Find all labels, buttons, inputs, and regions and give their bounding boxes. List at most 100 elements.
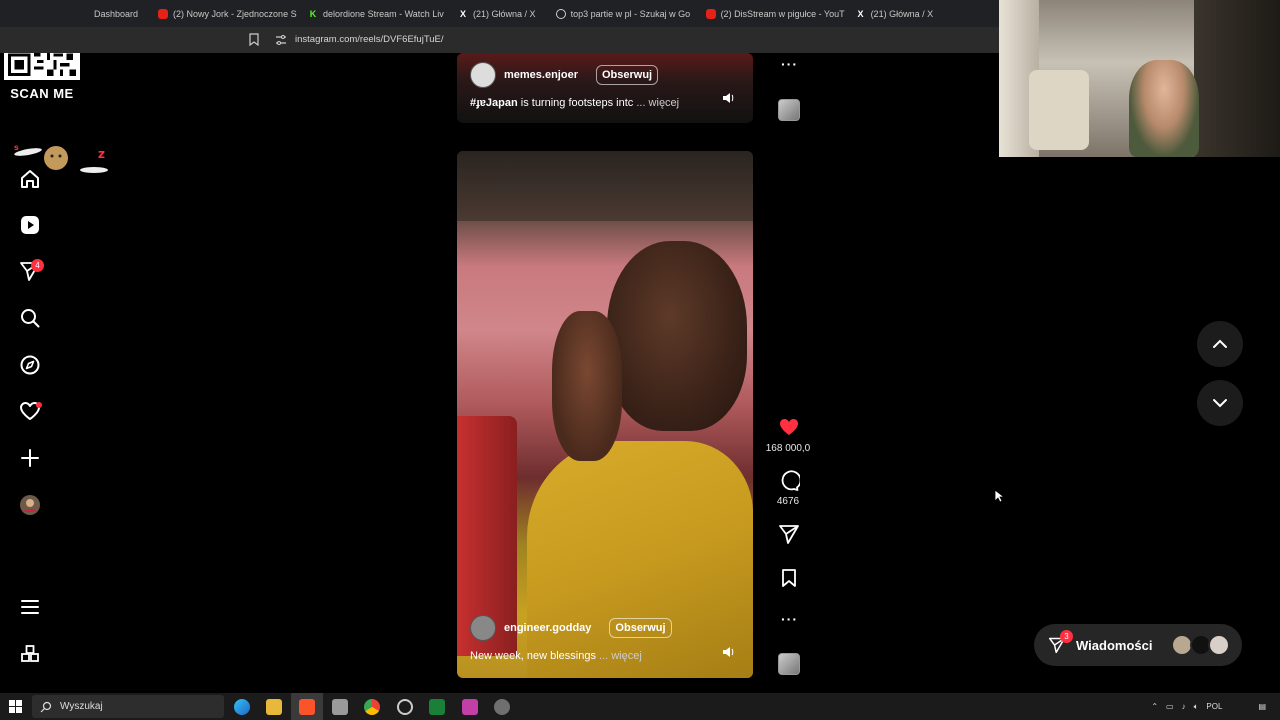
language-indicator[interactable]: POL — [1206, 702, 1222, 711]
browser-tab-bar: Dashboard (2) Nowy Jork - Zjednoczone S … — [0, 0, 1000, 27]
webcam-person — [1129, 60, 1199, 157]
messages-button[interactable]: Wiadomości 3 — [1034, 624, 1242, 666]
browser-tab[interactable]: Dashboard — [84, 0, 148, 27]
profile-avatar[interactable] — [19, 494, 41, 516]
reels-icon[interactable] — [19, 214, 41, 236]
comment-count: 4676 — [776, 496, 800, 507]
svg-text:s: s — [14, 143, 19, 152]
home-icon[interactable] — [19, 168, 41, 190]
reel-caption: #ɟɐJapan is turning footsteps intc ... w… — [470, 97, 679, 109]
chevron-down-icon — [1213, 399, 1227, 408]
tab-title: delordione Stream - Watch Liv — [323, 8, 444, 19]
more-link[interactable]: ... więcej — [596, 650, 642, 662]
more-apps-icon[interactable] — [19, 643, 41, 665]
google-icon — [555, 8, 566, 19]
system-tray: ⌃ ▭ ♪ 🔈︎ POL ▤ — [1151, 693, 1280, 720]
url-text[interactable]: instagram.com/reels/DVF6EfujTuE/ — [295, 34, 444, 45]
previous-reel-button[interactable] — [1197, 321, 1243, 367]
bookmark-icon[interactable] — [249, 33, 259, 46]
caption-hashtag[interactable]: #ɟɐJapan — [470, 97, 518, 109]
more-options-icon[interactable]: ··· — [781, 611, 798, 627]
next-reel-button[interactable] — [1197, 380, 1243, 426]
audio-thumbnail[interactable] — [778, 653, 800, 675]
reel-caption: New week, new blessings ... więcej — [470, 650, 642, 662]
browser-tab[interactable]: X (21) Główna / X — [448, 0, 546, 27]
x-icon: X — [857, 8, 864, 19]
tab-title: (2) DisStream w pigułce - YouT — [720, 8, 845, 19]
youtube-icon — [705, 8, 716, 19]
save-icon[interactable] — [778, 567, 800, 589]
messages-badge: 3 — [1060, 630, 1073, 643]
site-settings-icon[interactable] — [275, 34, 287, 46]
brave-icon[interactable] — [299, 699, 315, 715]
avatar — [1208, 634, 1230, 656]
volume-icon[interactable]: 🔈︎ — [1194, 702, 1199, 712]
reel-username[interactable]: engineer.godday — [504, 622, 591, 634]
network-icon[interactable]: ▭ — [1166, 702, 1174, 711]
avatar[interactable] — [470, 615, 496, 641]
browser-tab[interactable]: X (21) Główna / X — [846, 0, 944, 27]
messages-label: Wiadomości — [1076, 637, 1153, 653]
search-icon[interactable] — [19, 307, 41, 329]
app-icon[interactable] — [462, 699, 478, 715]
microphone-icon[interactable]: ♪ — [1182, 702, 1186, 711]
edge-icon[interactable] — [234, 699, 250, 715]
taskbar-search[interactable]: Wyszukaj — [32, 695, 224, 718]
reel-video[interactable]: engineer.godday Obserwuj New week, new b… — [457, 151, 753, 678]
reel-video[interactable]: memes.enjoer Obserwuj #ɟɐJapan is turnin… — [457, 53, 753, 123]
windows-taskbar: Wyszukaj ⌃ ▭ ♪ 🔈︎ POL ▤ — [0, 693, 1280, 720]
more-link[interactable]: ... więcej — [636, 97, 679, 109]
like-count: 168 000,0 — [765, 443, 811, 454]
video-frame-hand — [552, 311, 622, 461]
follow-button[interactable]: Obserwuj — [609, 618, 672, 638]
browser-tab[interactable]: top3 partie w pl - Szukaj w Go — [546, 0, 696, 27]
chrome-icon[interactable] — [364, 699, 380, 715]
obs-icon[interactable] — [397, 699, 413, 715]
avatar[interactable] — [470, 62, 496, 88]
notifications-icon[interactable]: ▤ — [1258, 702, 1266, 711]
browser-tab[interactable]: Kdelordione Stream - Watch Liv — [298, 0, 448, 27]
video-frame-roof — [457, 151, 753, 221]
reel-user: memes.enjoer Obserwuj — [470, 62, 659, 88]
tab-title: (2) Nowy Jork - Zjednoczone S — [173, 8, 297, 19]
file-explorer-icon[interactable] — [266, 699, 282, 715]
browser-tab[interactable]: (2) DisStream w pigułce - YouT — [696, 0, 846, 27]
screen: { "qr": {"label": "SCAN ME"}, "tabs": [ … — [0, 0, 1280, 720]
terminal-icon[interactable] — [429, 699, 445, 715]
explore-icon[interactable] — [19, 354, 41, 376]
mouse-cursor-icon — [994, 489, 1004, 503]
address-bar: instagram.com/reels/DVF6EfujTuE/ — [0, 27, 1000, 53]
chevron-up-icon[interactable]: ⌃ — [1151, 702, 1158, 711]
share-icon[interactable] — [778, 523, 800, 545]
tab-title: Dashboard — [94, 8, 139, 19]
webcam-overlay — [999, 0, 1280, 157]
kick-icon: K — [309, 8, 317, 19]
chevron-up-icon — [1213, 339, 1227, 348]
more-options-icon[interactable]: ··· — [781, 56, 798, 72]
reel-user: engineer.godday Obserwuj — [470, 615, 672, 641]
video-frame-face — [607, 241, 747, 431]
app-icon[interactable] — [332, 699, 348, 715]
volume-icon[interactable] — [721, 91, 735, 105]
activity-dot — [36, 402, 42, 408]
audio-thumbnail[interactable] — [778, 99, 800, 121]
x-icon: X — [460, 8, 467, 19]
tab-title: top3 partie w pl - Szukaj w Go — [570, 8, 691, 19]
like-icon[interactable] — [778, 416, 800, 438]
tab-title: (21) Główna / X — [870, 8, 934, 19]
follow-button[interactable]: Obserwuj — [595, 65, 659, 85]
search-placeholder: Wyszukaj — [60, 701, 103, 712]
notifications-badge: 4 — [31, 259, 44, 272]
reel-username[interactable]: memes.enjoer — [504, 69, 578, 81]
app-icon[interactable] — [494, 699, 510, 715]
svg-text:z: z — [98, 147, 105, 161]
comment-icon[interactable] — [778, 470, 802, 492]
search-icon — [40, 701, 52, 712]
volume-icon[interactable] — [721, 645, 735, 659]
webcam-bg-chair — [1029, 70, 1089, 150]
menu-icon[interactable] — [19, 596, 41, 618]
windows-start-icon[interactable] — [9, 700, 22, 713]
webcam-bg-dark — [1194, 0, 1280, 157]
browser-tab[interactable]: (2) Nowy Jork - Zjednoczone S — [148, 0, 298, 27]
create-icon[interactable] — [19, 447, 41, 469]
